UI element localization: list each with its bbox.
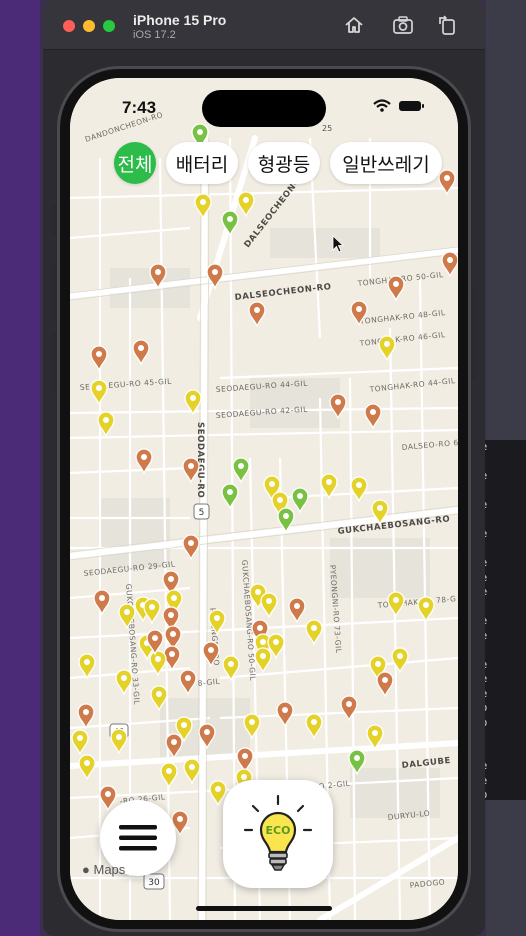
maps-attribution[interactable]: ● Maps (82, 862, 125, 877)
zoom-window-button[interactable] (103, 20, 115, 32)
filter-chip-battery[interactable]: 배터리 (166, 142, 238, 184)
battery-icon (399, 101, 424, 111)
route-shield: 5 (193, 503, 210, 520)
status-time: 7:43 (122, 98, 157, 117)
filter-chip-all[interactable]: 전체 (114, 142, 156, 184)
home-icon[interactable] (343, 14, 365, 36)
apple-logo-icon: ● (82, 862, 90, 877)
desktop-background-left (0, 0, 40, 936)
screenshot-icon[interactable] (392, 14, 414, 36)
svg-text:30: 30 (148, 878, 160, 888)
status-icons (370, 98, 430, 114)
device-name: iPhone 15 Pro (133, 12, 227, 28)
rotate-icon[interactable] (436, 14, 458, 36)
power-button (471, 290, 476, 380)
hamburger-menu-icon (119, 825, 157, 851)
eco-label: ECO (266, 824, 291, 837)
route-shield: 30 (143, 873, 165, 890)
phone-screen: DALSEOCHEON-RO DALSEOCHEON-RO GUKCHAEBOS… (70, 78, 458, 920)
dynamic-island (202, 90, 326, 127)
eco-button[interactable]: ECO (223, 780, 333, 888)
wifi-icon (373, 99, 391, 112)
home-indicator[interactable] (196, 906, 332, 911)
minimize-window-button[interactable] (83, 20, 95, 32)
route-number: 25 (322, 124, 332, 133)
close-window-button[interactable] (63, 20, 75, 32)
filter-chip-general-waste[interactable]: 일반쓰레기 (330, 142, 442, 184)
lightbulb-icon: ECO (243, 794, 313, 871)
svg-text:5: 5 (199, 508, 205, 518)
device-os-version: iOS 17.2 (133, 29, 176, 41)
filter-chip-fluorescent[interactable]: 형광등 (248, 142, 320, 184)
